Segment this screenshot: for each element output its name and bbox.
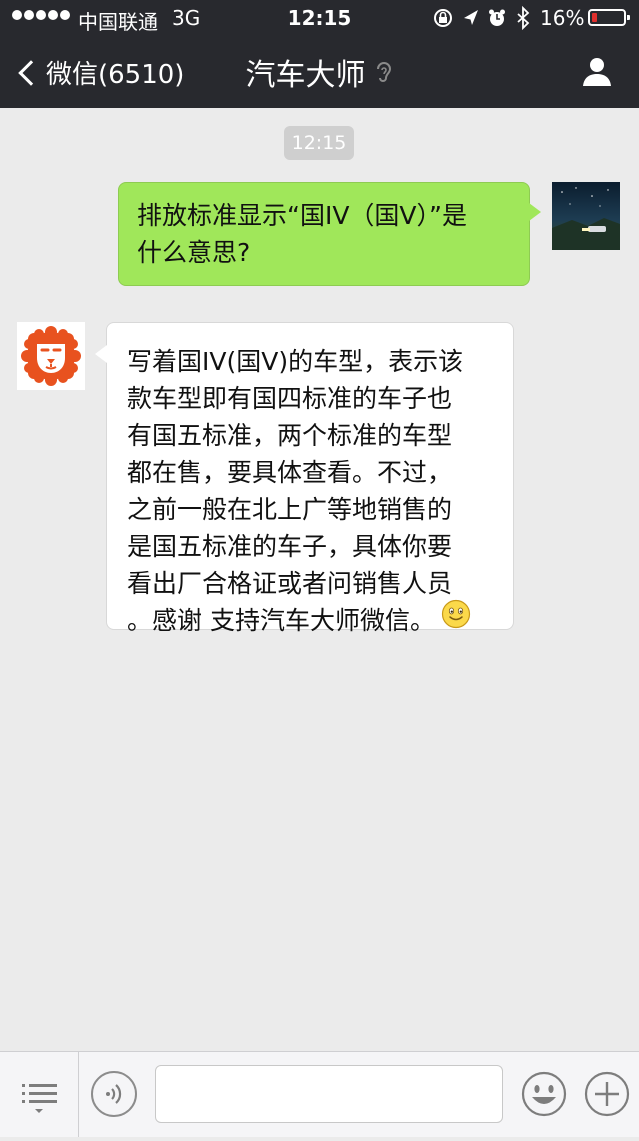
plus-button[interactable] <box>584 1071 632 1123</box>
message-line: 有国五标准，两个标准的车型 <box>127 421 453 450</box>
nav-bar: 微信(6510) 汽车大师 <box>0 36 639 108</box>
emoji-icon <box>521 1071 567 1117</box>
bluetooth-icon <box>517 5 530 31</box>
header: 中国联通 3G 12:15 16% 微信(6510) 汽车大师 <box>0 0 639 108</box>
official-account-avatar[interactable] <box>17 322 85 390</box>
sent-message-bubble[interactable]: 排放标准显示“国IV（国V）”是 什么意思? <box>118 182 541 286</box>
smiley-emoji-icon <box>441 599 471 639</box>
message-line: 都在售，要具体查看。不过， <box>127 458 453 487</box>
profile-icon <box>580 58 614 92</box>
emoji-button[interactable] <box>521 1071 569 1123</box>
received-message-bubble[interactable]: 写着国IV(国V)的车型，表示该 款车型即有国四标准的车子也 有国五标准，两个标… <box>95 322 514 635</box>
menu-toggle-button[interactable] <box>0 1052 79 1137</box>
chat-title: 汽车大师 <box>0 50 639 95</box>
lion-logo-icon <box>21 326 81 386</box>
voice-icon <box>106 1084 122 1104</box>
message-line: 之前一般在北上广等地销售的 <box>127 495 453 524</box>
plus-icon <box>584 1071 630 1117</box>
battery-icon <box>588 9 630 26</box>
message-line: 款车型即有国四标准的车子也 <box>127 384 453 413</box>
message-line: 排放标准显示“国IV（国V）”是 <box>137 201 467 230</box>
message-line: 是国五标准的车子，具体你要 <box>127 532 453 561</box>
status-bar: 中国联通 3G 12:15 16% <box>0 0 639 36</box>
message-input[interactable] <box>155 1065 503 1123</box>
message-line-last: 。感谢 支持汽车大师微信。 <box>127 599 493 642</box>
message-line: 看出厂合格证或者问销售人员 <box>127 569 453 598</box>
orientation-lock-icon <box>434 9 452 27</box>
message-timestamp: 12:15 <box>284 126 354 160</box>
message-line-text: 。感谢 支持汽车大师微信。 <box>127 606 435 635</box>
location-icon <box>464 10 478 25</box>
battery-percent: 16% <box>540 6 585 30</box>
voice-button[interactable] <box>91 1071 137 1117</box>
night-landscape-image <box>552 187 620 250</box>
profile-button[interactable] <box>580 54 614 92</box>
input-bar <box>0 1051 639 1137</box>
list-menu-icon <box>22 1084 57 1113</box>
user-avatar[interactable] <box>552 182 620 250</box>
status-icons <box>432 4 536 37</box>
message-line: 什么意思? <box>137 238 251 267</box>
ear-icon <box>374 59 394 95</box>
chat-title-text: 汽车大师 <box>245 58 366 93</box>
alarm-icon <box>489 9 505 26</box>
message-line: 写着国IV(国V)的车型，表示该 <box>127 347 464 376</box>
